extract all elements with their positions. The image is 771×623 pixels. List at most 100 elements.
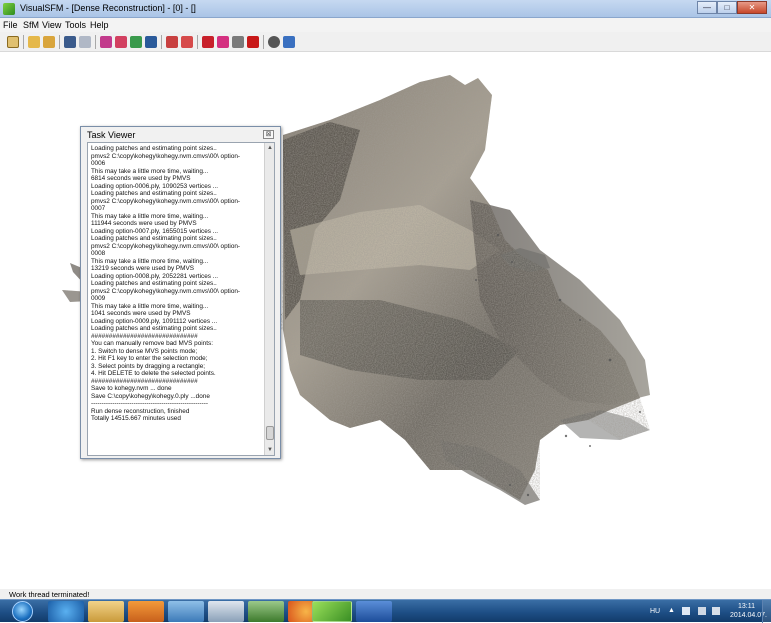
log-line: This may take a little more time, waitin… [91, 302, 209, 310]
settings-gear-icon[interactable] [268, 36, 280, 48]
save-disk-taskbar-icon[interactable] [356, 601, 392, 622]
log-line: ############################## [91, 332, 198, 340]
log-line: Loading patches and estimating point siz… [91, 280, 217, 287]
log-line: 13219 seconds were used by PMVS [91, 265, 195, 272]
log-line: 0009 [91, 295, 106, 302]
toolbar-separator [59, 35, 60, 49]
internet-explorer-icon[interactable] [48, 601, 84, 622]
log-scrollbar[interactable]: ▲ ▼ [264, 143, 274, 455]
maximize-button[interactable]: □ [717, 1, 737, 14]
log-line: 1041 seconds were used by PMVS [91, 310, 191, 317]
log-line: This may take a little more time, waitin… [91, 167, 209, 175]
toolbar-separator [161, 35, 162, 49]
log-line: pmvs2 C:\copy\kohegy\kohegy.nvm.cmvs\00\… [91, 242, 241, 250]
log-line: 0006 [91, 160, 106, 167]
dense-reconstruction-icon[interactable] [217, 36, 229, 48]
ccleaner-icon[interactable] [208, 601, 244, 622]
log-line: Loading option-0009.ply, 1091112 vertice… [91, 317, 218, 325]
log-line: ----------------------------------------… [91, 400, 209, 407]
cmvs-icon[interactable] [232, 36, 244, 48]
log-line: 4. Hit DELETE to delete the selected poi… [91, 370, 216, 377]
log-line: Run dense reconstruction, finished [91, 407, 190, 415]
show-hidden-icons-icon[interactable]: ▲ [668, 607, 676, 615]
copy-icon[interactable] [79, 36, 91, 48]
log-line: You can manually remove bad MVS points: [91, 340, 213, 347]
log-line: Save to kohegy.nvm ... done [91, 385, 172, 392]
windows-taskbar: HU ▲ 13:11 2014.04.07. [0, 599, 771, 623]
log-line: 1. Switch to dense MVS points mode; [91, 347, 198, 355]
log-line: Totally 14515.667 minutes used [91, 415, 181, 422]
log-line: pmvs2 C:\copy\kohegy\kohegy.nvm.cmvs\00\… [91, 287, 241, 295]
menu-tools[interactable]: Tools [65, 20, 86, 30]
log-line: pmvs2 C:\copy\kohegy\kohegy.nvm.cmvs\00\… [91, 152, 241, 160]
toolbar-separator [263, 35, 264, 49]
toolbar-separator [23, 35, 24, 49]
clock-time[interactable]: 13:11 [738, 603, 755, 610]
window-title: VisualSFM - [Dense Reconstruction] - [0]… [20, 3, 196, 13]
view-features-icon[interactable] [130, 36, 142, 48]
task-log: Loading patches and estimating point siz… [91, 145, 263, 423]
remote-desktop-icon[interactable] [248, 601, 284, 622]
open-multiple-icon[interactable] [43, 36, 55, 48]
match-pairs-icon[interactable] [100, 36, 112, 48]
volume-icon[interactable] [712, 607, 720, 615]
close-button[interactable]: ✕ [737, 1, 767, 14]
run-sfm-icon[interactable] [202, 36, 214, 48]
log-line: ############################## [91, 377, 198, 385]
log-line: pmvs2 C:\copy\kohegy\kohegy.nvm.cmvs\00\… [91, 197, 241, 205]
show-matrix-icon[interactable] [145, 36, 157, 48]
task-viewer-window[interactable]: Task Viewer ⊠ Loading patches and estima… [80, 126, 281, 459]
start-button-icon[interactable] [12, 601, 33, 622]
status-text: Work thread terminated! [9, 590, 90, 599]
open-folder-icon[interactable] [28, 36, 40, 48]
toolbar-separator [95, 35, 96, 49]
log-line: 111944 seconds were used by PMVS [91, 220, 197, 227]
save-icon[interactable] [64, 36, 76, 48]
log-line: This may take a little more time, waitin… [91, 212, 209, 220]
log-line: Loading patches and estimating point siz… [91, 325, 217, 332]
scrollbar-thumb[interactable] [266, 426, 274, 440]
task-viewer-close-button[interactable]: ⊠ [263, 130, 274, 139]
menu-sfm[interactable]: SfM [23, 20, 39, 30]
log-line: Loading patches and estimating point siz… [91, 190, 217, 197]
menu-view[interactable]: View [42, 20, 61, 30]
log-line: 0007 [91, 205, 106, 212]
statistics-icon[interactable] [283, 36, 295, 48]
log-line: 6814 seconds were used by PMVS [91, 175, 191, 182]
language-indicator[interactable]: HU [650, 608, 660, 615]
title-bar: VisualSFM - [Dense Reconstruction] - [0]… [0, 0, 771, 18]
log-line: 3. Select points by dragging a rectangle… [91, 362, 206, 370]
paint-tool-icon[interactable] [168, 601, 204, 622]
log-line: Loading option-0008.ply, 2052281 vertice… [91, 272, 219, 280]
scroll-up-arrow-icon[interactable]: ▲ [265, 143, 274, 153]
compute-matches-icon[interactable] [115, 36, 127, 48]
log-line: Loading patches and estimating point siz… [91, 145, 217, 152]
log-line: Loading option-0006.ply, 1090253 vertice… [91, 182, 219, 190]
log-line: Loading option-0007.ply, 1655015 vertice… [91, 227, 219, 235]
sparse-reconstruction-icon[interactable] [181, 36, 193, 48]
log-line: This may take a little more time, waitin… [91, 257, 209, 265]
network-icon[interactable] [698, 607, 706, 615]
sfm-icon[interactable] [166, 36, 178, 48]
media-player-icon[interactable] [128, 601, 164, 622]
toolbar-separator [197, 35, 198, 49]
status-bar: Work thread terminated! [0, 589, 771, 599]
minimize-button[interactable]: — [697, 1, 717, 14]
log-line: Loading patches and estimating point siz… [91, 235, 217, 242]
action-center-flag-icon[interactable] [682, 607, 690, 615]
log-line: 2. Hit F1 key to enter the selection mod… [91, 355, 208, 362]
pause-icon[interactable] [247, 36, 259, 48]
3d-viewport[interactable]: Task Viewer ⊠ Loading patches and estima… [0, 53, 771, 589]
menu-file[interactable]: File [3, 20, 18, 30]
log-line: Save C:\copy\kohegy\kohegy.0.ply ...done [91, 392, 210, 400]
task-log-area[interactable]: Loading patches and estimating point siz… [87, 142, 275, 456]
log-line: 0008 [91, 250, 106, 257]
visualsfm-taskbar-icon[interactable] [312, 601, 352, 622]
show-desktop-button[interactable] [762, 600, 771, 623]
file-explorer-icon[interactable] [88, 601, 124, 622]
log-window-icon[interactable] [7, 36, 19, 48]
toolbar [0, 32, 771, 52]
menu-help[interactable]: Help [90, 20, 109, 30]
visualsfm-app-icon [3, 3, 15, 15]
scroll-down-arrow-icon[interactable]: ▼ [265, 445, 274, 455]
